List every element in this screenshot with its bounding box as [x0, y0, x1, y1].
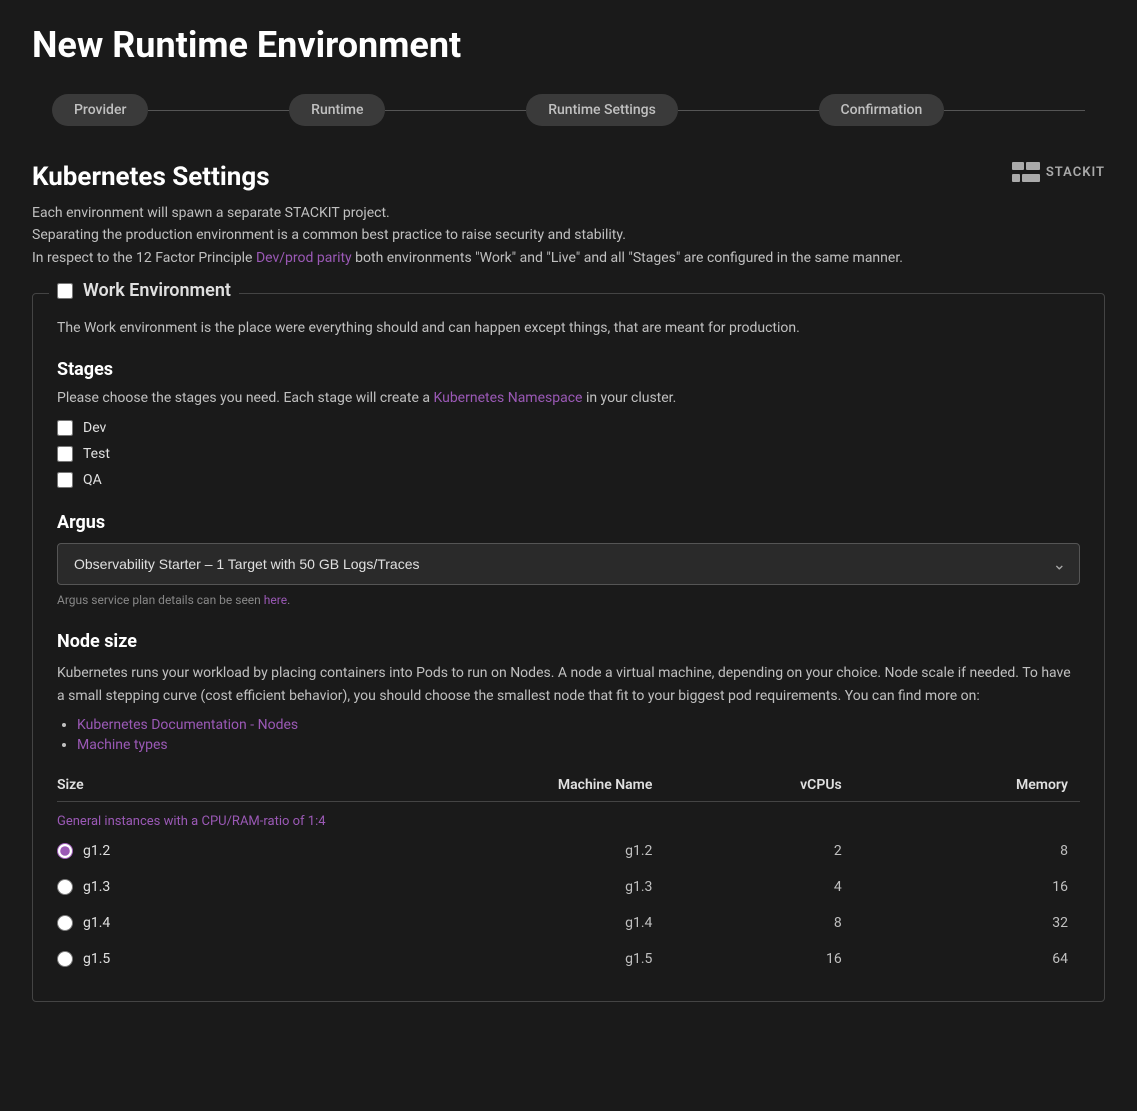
step-line-3 — [678, 110, 819, 111]
work-env-description: The Work environment is the place were e… — [57, 318, 1080, 339]
radio-g1-5[interactable] — [57, 951, 73, 967]
description-line3: In respect to the 12 Factor Principle De… — [32, 247, 1105, 269]
section-header: Kubernetes Settings STACKIT — [32, 162, 1105, 192]
description-line1: Each environment will spawn a separate S… — [32, 202, 1105, 224]
stackit-logo-icon — [1012, 162, 1040, 182]
table-cell-vcpus-g1-2: 2 — [664, 833, 853, 869]
node-size-description: Kubernetes runs your workload by placing… — [57, 662, 1080, 707]
table-cell-machine-g1-4: g1.4 — [288, 905, 665, 941]
stage-qa-checkbox[interactable] — [57, 472, 73, 488]
radio-g1-2[interactable] — [57, 843, 73, 859]
description-line3-prefix: In respect to the 12 Factor Principle — [32, 250, 256, 266]
table-header-row: Size Machine Name vCPUs Memory — [57, 769, 1080, 802]
stages-title: Stages — [57, 359, 1080, 380]
description-line2: Separating the production environment is… — [32, 224, 1105, 246]
stackit-logo-text: STACKIT — [1046, 165, 1105, 180]
size-label-g1-3: g1.3 — [83, 879, 110, 895]
col-header-size: Size — [57, 769, 288, 802]
stackit-logo: STACKIT — [1012, 162, 1105, 182]
step-provider-label: Provider — [52, 94, 148, 126]
stage-test-checkbox[interactable] — [57, 446, 73, 462]
stage-test: Test — [57, 446, 1080, 462]
stage-dev: Dev — [57, 420, 1080, 436]
dev-prod-parity-link[interactable]: Dev/prod parity — [256, 250, 352, 266]
step-runtime-settings: Runtime Settings — [526, 94, 678, 126]
argus-here-link[interactable]: here — [264, 593, 287, 607]
stage-dev-label: Dev — [83, 420, 106, 436]
step-line-1 — [148, 110, 289, 111]
table-cell-memory-g1-4: 32 — [854, 905, 1080, 941]
step-runtime-settings-label: Runtime Settings — [526, 94, 678, 126]
step-confirmation-label: Confirmation — [819, 94, 945, 126]
section-title: Kubernetes Settings — [32, 162, 270, 192]
table-cell-memory-g1-3: 16 — [854, 869, 1080, 905]
argus-select[interactable]: Observability Starter – 1 Target with 50… — [57, 543, 1080, 585]
table-cell-machine-g1-2: g1.2 — [288, 833, 665, 869]
work-env-legend: Work Environment — [49, 280, 239, 301]
table-cell-machine-g1-5: g1.5 — [288, 941, 665, 977]
step-line-4 — [944, 110, 1085, 111]
stage-test-label: Test — [83, 446, 110, 462]
stages-section: Stages Please choose the stages you need… — [57, 359, 1080, 488]
size-label-g1-4: g1.4 — [83, 915, 110, 931]
table-cell-memory-g1-2: 8 — [854, 833, 1080, 869]
table-cell-vcpus-g1-5: 16 — [664, 941, 853, 977]
page-title: New Runtime Environment — [32, 24, 1105, 66]
step-runtime-label: Runtime — [289, 94, 385, 126]
step-runtime: Runtime — [289, 94, 385, 126]
machine-types-link[interactable]: Machine types — [77, 737, 168, 753]
table-cell-memory-g1-5: 64 — [854, 941, 1080, 977]
table-row-g1-2: g1.2 g1.2 2 8 — [57, 833, 1080, 869]
stages-description: Please choose the stages you need. Each … — [57, 390, 1080, 406]
table-row-g1-4: g1.4 g1.4 8 32 — [57, 905, 1080, 941]
table-row-g1-3: g1.3 g1.3 4 16 — [57, 869, 1080, 905]
argus-title: Argus — [57, 512, 1080, 533]
work-env-legend-label: Work Environment — [83, 280, 231, 301]
stage-qa: QA — [57, 472, 1080, 488]
node-size-section: Node size Kubernetes runs your workload … — [57, 631, 1080, 977]
size-label-g1-5: g1.5 — [83, 951, 110, 967]
table-row-g1-5: g1.5 g1.5 16 64 — [57, 941, 1080, 977]
radio-g1-3[interactable] — [57, 879, 73, 895]
col-header-machine-name: Machine Name — [288, 769, 665, 802]
step-line-2 — [385, 110, 526, 111]
table-cell-vcpus-g1-4: 8 — [664, 905, 853, 941]
node-size-table: Size Machine Name vCPUs Memory General i… — [57, 769, 1080, 977]
table-cell-vcpus-g1-3: 4 — [664, 869, 853, 905]
table-cell-size-g1-3: g1.3 — [57, 869, 288, 905]
stage-qa-label: QA — [83, 472, 102, 488]
node-link-kubernetes: Kubernetes Documentation - Nodes — [77, 717, 1080, 733]
kubernetes-namespace-link[interactable]: Kubernetes Namespace — [433, 390, 582, 406]
node-links: Kubernetes Documentation - Nodes Machine… — [57, 717, 1080, 753]
table-cell-size-g1-4: g1.4 — [57, 905, 288, 941]
table-category-row: General instances with a CPU/RAM-ratio o… — [57, 801, 1080, 833]
table-cell-size-g1-5: g1.5 — [57, 941, 288, 977]
work-environment-card: Work Environment The Work environment is… — [32, 293, 1105, 1002]
description-line3-suffix: both environments "Work" and "Live" and … — [352, 250, 903, 266]
radio-g1-4[interactable] — [57, 915, 73, 931]
step-confirmation: Confirmation — [819, 94, 945, 126]
table-category-label: General instances with a CPU/RAM-ratio o… — [57, 801, 1080, 833]
table-cell-machine-g1-3: g1.3 — [288, 869, 665, 905]
argus-section: Argus Observability Starter – 1 Target w… — [57, 512, 1080, 607]
kubernetes-docs-link[interactable]: Kubernetes Documentation - Nodes — [77, 717, 298, 733]
stepper: Provider Runtime Runtime Settings Confir… — [32, 94, 1105, 126]
col-header-memory: Memory — [854, 769, 1080, 802]
col-header-vcpus: vCPUs — [664, 769, 853, 802]
stage-dev-checkbox[interactable] — [57, 420, 73, 436]
argus-select-wrapper: Observability Starter – 1 Target with 50… — [57, 543, 1080, 585]
argus-note: Argus service plan details can be seen h… — [57, 593, 1080, 607]
kubernetes-description: Each environment will spawn a separate S… — [32, 202, 1105, 269]
node-link-machine-types: Machine types — [77, 737, 1080, 753]
table-cell-size-g1-2: g1.2 — [57, 833, 288, 869]
node-size-title: Node size — [57, 631, 1080, 652]
size-label-g1-2: g1.2 — [83, 843, 110, 859]
step-provider: Provider — [52, 94, 148, 126]
work-env-checkbox[interactable] — [57, 283, 73, 299]
